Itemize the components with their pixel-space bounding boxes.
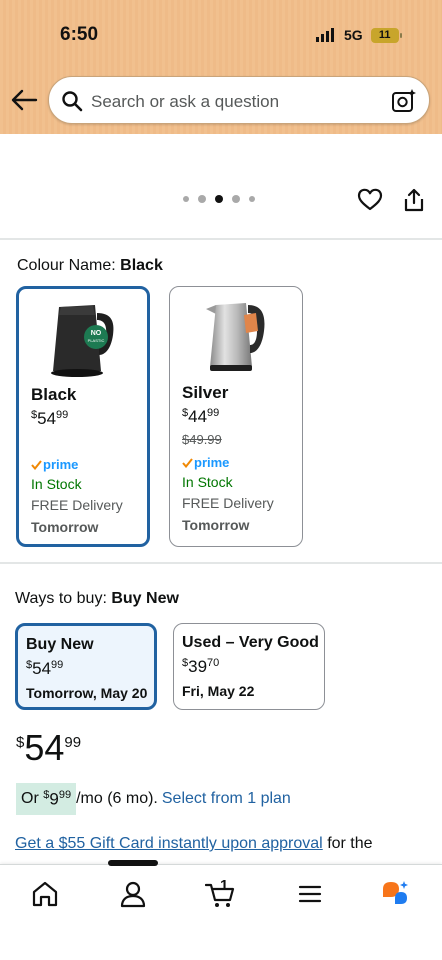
search-icon: [62, 91, 83, 112]
status-right: 5G 11: [316, 27, 402, 43]
old-price: $49.99: [182, 432, 222, 447]
ai-assistant-icon[interactable]: [380, 879, 410, 909]
carousel-dot[interactable]: [183, 196, 189, 202]
ways-to-buy-label: Ways to buy: Buy New: [15, 590, 179, 607]
option-title: Buy New: [26, 636, 94, 653]
silver-kettle-image: [206, 303, 265, 371]
swatch-black[interactable]: NO PLASTIC Black $5499 prime In Stock FR…: [16, 286, 150, 547]
delivery-info: FREE Delivery: [31, 497, 123, 513]
colour-name-label: Colour Name: Black: [17, 257, 163, 275]
cart-button[interactable]: 1: [204, 877, 237, 909]
swatch-price: $4499: [182, 407, 220, 426]
carousel-dot[interactable]: [249, 196, 255, 202]
swatch-name: Black: [31, 385, 77, 404]
select-plan-link[interactable]: Select from 1 plan: [162, 790, 291, 808]
installment-amount: Or $999: [16, 783, 77, 815]
colour-label-text: Colour Name:: [17, 257, 116, 274]
header: 6:50 5G 11 Search or ask a question: [0, 0, 442, 134]
prime-check-icon: [31, 459, 42, 470]
battery-level: 11: [378, 29, 391, 41]
prime-check-icon: [182, 457, 193, 468]
home-indicator: [108, 860, 158, 866]
prime-badge: prime: [31, 457, 78, 472]
stock-status: In Stock: [31, 476, 82, 492]
search-placeholder: Search or ask a question: [91, 92, 280, 111]
camera-lens-icon[interactable]: [391, 88, 417, 114]
bottom-nav: 1: [0, 864, 442, 960]
stock-status: In Stock: [182, 474, 233, 490]
back-arrow-icon[interactable]: [10, 88, 38, 112]
colour-selected-value: Black: [120, 257, 163, 274]
account-icon[interactable]: [118, 879, 148, 909]
ways-to-buy-selected: Buy New: [111, 590, 179, 607]
option-title: Used – Very Good: [182, 634, 319, 651]
cart-count: 1: [220, 877, 229, 894]
delivery-day: Tomorrow: [182, 517, 250, 533]
buy-new-option[interactable]: Buy New $5499 Tomorrow, May 20: [15, 623, 157, 710]
black-kettle-image: NO PLASTIC: [51, 305, 114, 377]
carousel-dot-active[interactable]: [215, 195, 223, 203]
used-very-good-option[interactable]: Used – Very Good $3970 Fri, May 22: [173, 623, 325, 710]
option-price: $3970: [182, 657, 220, 676]
heart-icon[interactable]: [357, 187, 383, 213]
swatch-price: $5499: [31, 409, 69, 428]
prime-badge: prime: [182, 455, 229, 470]
menu-icon[interactable]: [295, 879, 325, 909]
swatch-silver[interactable]: Silver $4499 $49.99 prime In Stock FREE …: [169, 286, 303, 547]
network-label: 5G: [344, 27, 363, 43]
carousel-dot[interactable]: [198, 195, 206, 203]
svg-text:PLASTIC: PLASTIC: [88, 338, 105, 343]
home-icon[interactable]: [30, 879, 60, 909]
main-price: $ 54 99: [16, 727, 82, 768]
battery-icon: 11: [370, 27, 402, 43]
signal-icon: [316, 28, 336, 42]
gift-card-offer: Get a $55 Gift Card instantly upon appro…: [15, 835, 373, 852]
carousel-dot[interactable]: [232, 195, 240, 203]
option-price: $5499: [26, 659, 64, 678]
share-icon[interactable]: [402, 187, 426, 213]
delivery-day: Tomorrow: [31, 519, 99, 535]
divider: [0, 238, 442, 240]
installment-suffix: /mo (6 mo).: [76, 790, 158, 807]
option-date: Tomorrow, May 20: [26, 685, 148, 701]
carousel-dots[interactable]: [183, 195, 255, 203]
svg-text:NO: NO: [91, 330, 102, 337]
delivery-info: FREE Delivery: [182, 495, 274, 511]
swatch-name: Silver: [182, 383, 229, 402]
search-input[interactable]: Search or ask a question: [48, 76, 430, 124]
status-time: 6:50: [60, 24, 99, 45]
gift-card-link[interactable]: Get a $55 Gift Card instantly upon appro…: [15, 835, 323, 852]
installment-offer: Or $999 /mo (6 mo). Select from 1 plan: [16, 783, 291, 815]
divider: [0, 562, 442, 564]
option-date: Fri, May 22: [182, 683, 255, 699]
